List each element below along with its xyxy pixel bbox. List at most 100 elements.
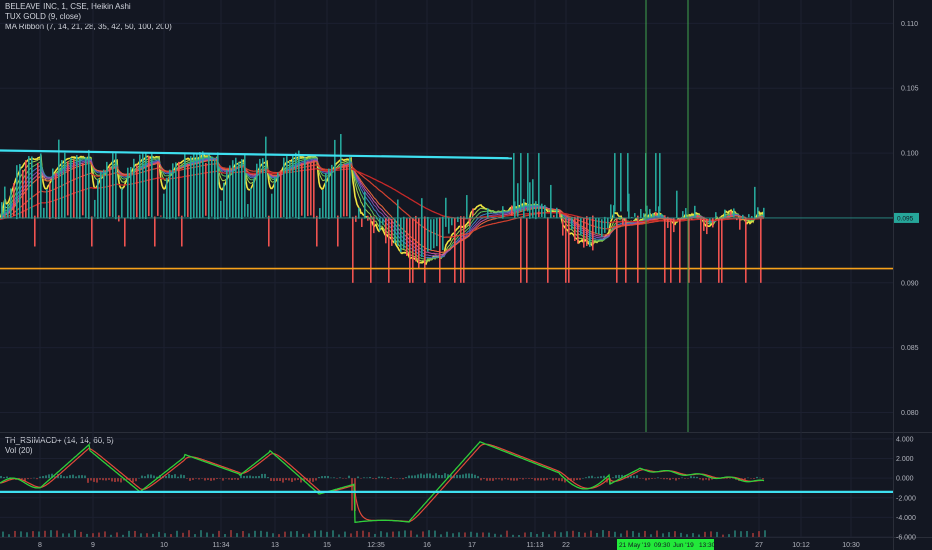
- bear-candle: [568, 218, 570, 283]
- volume-bar: [722, 534, 724, 537]
- histogram-bar: [531, 478, 533, 479]
- volume-bar: [362, 530, 364, 537]
- histogram-bar: [138, 477, 140, 479]
- bear-candle: [745, 217, 747, 283]
- bull-candle: [541, 203, 543, 218]
- bull-candle: [235, 157, 237, 218]
- bear-candle: [454, 217, 456, 283]
- x-tick-label: 27: [755, 542, 763, 549]
- histogram-bar: [216, 478, 218, 480]
- volume-bar: [44, 530, 46, 537]
- volume-bar: [74, 530, 76, 537]
- bear-candle: [316, 215, 318, 247]
- histogram-bar: [93, 478, 95, 482]
- bull-candle: [229, 165, 231, 217]
- histogram-bar: [591, 475, 593, 479]
- histogram-bar: [273, 478, 275, 482]
- bear-candle: [160, 215, 162, 217]
- volume-bar: [2, 531, 4, 537]
- histogram-bar: [669, 478, 671, 481]
- histogram-bar: [219, 478, 221, 479]
- histogram-bar: [201, 478, 203, 479]
- histogram-bar: [312, 478, 314, 482]
- histogram-bar: [135, 478, 137, 482]
- bear-candle: [547, 217, 549, 283]
- histogram-bar: [375, 478, 377, 480]
- histogram-bar: [111, 478, 113, 482]
- bear-candle: [469, 217, 471, 227]
- histogram-bar: [756, 476, 758, 479]
- histogram-bar: [477, 476, 479, 479]
- histogram-bar: [540, 478, 542, 481]
- bull-candle: [70, 157, 72, 219]
- volume-bar: [314, 530, 316, 537]
- histogram-bar: [429, 473, 431, 479]
- histogram-bar: [330, 477, 332, 479]
- bull-candle: [208, 155, 210, 220]
- volume-bar: [482, 532, 484, 537]
- bull-candle: [322, 189, 324, 219]
- bull-candle: [649, 209, 651, 218]
- chart-canvas[interactable]: 8 9 10 11:34 13 15 12:35 16 17 11:13 22 27 10:12 10:3…: [0, 0, 932, 550]
- bull-candle: [527, 153, 529, 212]
- x-tick-label: 12:35: [367, 542, 385, 549]
- bull-candle: [259, 158, 261, 219]
- histogram-bar: [342, 478, 344, 479]
- bull-candle: [211, 156, 213, 217]
- bull-candle: [580, 218, 582, 235]
- histogram-bar: [678, 478, 680, 480]
- histogram-bar: [318, 477, 320, 479]
- volume-bar: [110, 534, 112, 537]
- volume-bar: [560, 532, 562, 537]
- histogram-bar: [357, 476, 359, 479]
- bull-candle: [334, 139, 336, 218]
- histogram-bar: [489, 478, 491, 481]
- histogram-bar: [189, 478, 191, 481]
- bull-candle: [142, 153, 144, 219]
- histogram-bar: [27, 478, 29, 480]
- bear-candle: [622, 217, 624, 225]
- volume-bar: [200, 530, 202, 537]
- volume-bar: [644, 530, 646, 537]
- bull-candle: [676, 190, 678, 218]
- histogram-bar: [276, 478, 278, 481]
- bull-candle: [94, 199, 96, 217]
- volume-bar: [716, 531, 718, 537]
- bear-candle: [553, 215, 555, 218]
- bear-candle: [136, 164, 138, 218]
- bull-candle: [556, 207, 558, 219]
- volume-bar: [344, 531, 346, 537]
- bull-candle: [325, 173, 327, 218]
- histogram-bar: [534, 478, 536, 481]
- bear-candle: [562, 217, 564, 236]
- histogram-bar: [555, 478, 557, 480]
- osc-y-tick-label: 4.000: [896, 436, 914, 443]
- histogram-bar: [372, 478, 374, 479]
- histogram-bar: [168, 474, 170, 479]
- histogram-bar: [90, 478, 92, 481]
- bear-candle: [412, 218, 414, 283]
- histogram-bar: [150, 474, 152, 479]
- volume-bar: [488, 532, 490, 537]
- bull-candle: [529, 182, 531, 219]
- volume-bar: [734, 530, 736, 537]
- volume-bar: [146, 533, 148, 537]
- bear-candle: [655, 211, 657, 216]
- histogram-bar: [642, 478, 644, 479]
- bear-candle: [73, 159, 75, 218]
- histogram-bar: [474, 474, 476, 479]
- bull-candle: [202, 151, 204, 218]
- x-tick-label: 11:34: [213, 542, 230, 549]
- bull-candle: [61, 160, 63, 218]
- bear-candle: [49, 183, 51, 220]
- volume-bar: [176, 530, 178, 537]
- bear-candle: [706, 219, 708, 235]
- histogram-bar: [72, 474, 74, 479]
- bear-candle: [616, 217, 618, 283]
- bull-candle: [295, 152, 297, 218]
- bull-candle: [620, 153, 622, 212]
- histogram-bar: [246, 475, 248, 479]
- histogram-bar: [327, 475, 329, 479]
- histogram-bar: [297, 478, 299, 480]
- volume-bar: [650, 534, 652, 537]
